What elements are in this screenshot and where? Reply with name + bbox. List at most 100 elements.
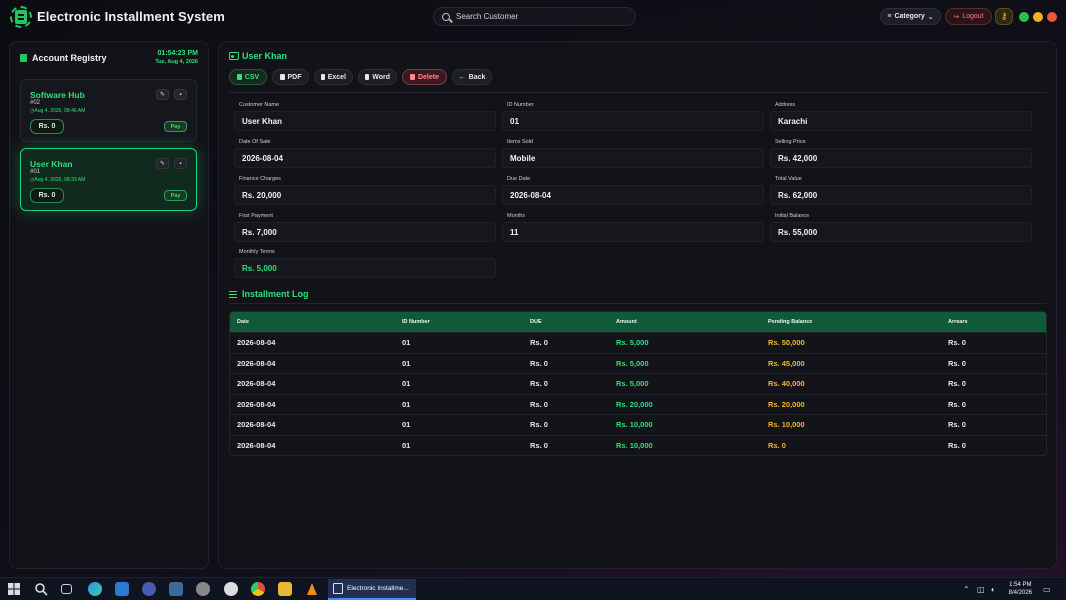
delete-button[interactable]: Delete [402, 69, 447, 85]
task-view-icon[interactable] [61, 584, 72, 594]
customer-detail-panel: User Khan CSV PDF Excel Word Delete ← Bac… [218, 41, 1057, 569]
menu-icon: ≡ [887, 13, 892, 20]
column-header[interactable]: DUE [530, 319, 616, 325]
account-id: #02 [30, 100, 41, 106]
system-clock[interactable]: 1:54 PM 8/4/2026 [1009, 581, 1032, 597]
taskbar-active-app[interactable]: Electronic Installme... [328, 579, 416, 600]
pdf-button[interactable]: PDF [272, 69, 309, 85]
arrow-left-icon: ← [458, 73, 466, 81]
search-icon[interactable] [34, 582, 48, 596]
vlc-icon[interactable] [305, 582, 319, 596]
word-button[interactable]: Word [358, 69, 397, 85]
column-header[interactable]: Date [230, 319, 402, 325]
vscode-icon[interactable] [115, 582, 129, 596]
table-cell: 01 [402, 420, 411, 430]
table-cell: 01 [402, 338, 411, 348]
file-explorer-icon[interactable] [278, 582, 292, 596]
search-input[interactable] [456, 12, 626, 21]
network-icon[interactable]: ◫ [977, 585, 985, 594]
key-button[interactable]: ⚷ [995, 8, 1013, 25]
id-number-field[interactable]: 01 [502, 111, 764, 131]
items-sold-label: Items Sold [507, 139, 533, 145]
table-row[interactable]: 2026-08-04 01 Rs. 0 Rs. 5,000 Rs. 45,000 Rs. … [230, 352, 1046, 373]
divider [229, 92, 1047, 93]
table-cell: 2026-08-04 [237, 420, 276, 430]
app-icon[interactable] [224, 582, 238, 596]
table-cell: Rs. 20,000 [616, 399, 653, 409]
maximize-window-button[interactable] [1019, 12, 1029, 22]
finance-charges-label: Finance Charges [239, 176, 281, 182]
edit-icon[interactable]: ✎ [156, 89, 169, 100]
registry-icon [20, 54, 27, 62]
app-icon[interactable] [196, 582, 210, 596]
table-cell: Rs. 0 [948, 399, 966, 409]
excel-button[interactable]: Excel [314, 69, 353, 85]
account-balance: Rs. 0 [30, 188, 64, 203]
notification-icon[interactable]: ▭ [1043, 585, 1051, 594]
initial-balance-label: Initial Balance [775, 213, 810, 219]
table-cell: 01 [402, 399, 411, 409]
account-timestamp: ◷Aug 4, 2026, 08:46 AM [30, 108, 86, 114]
table-row[interactable]: 2026-08-04 01 Rs. 0 Rs. 20,000 Rs. 20,000 Rs.… [230, 393, 1046, 414]
table-header: Date ID Number DUE Amount Pending Balanc… [230, 312, 1046, 332]
initial-balance-field[interactable]: Rs. 55,000 [770, 222, 1032, 242]
app-icon[interactable] [142, 582, 156, 596]
column-header[interactable]: Arrears [948, 319, 1046, 325]
category-button[interactable]: ≡ Category ⌄ [880, 8, 941, 25]
app-title: Electronic Installment System [37, 9, 225, 24]
column-header[interactable]: Pending Balance [768, 319, 948, 325]
category-label: Category [894, 13, 925, 20]
table-cell: Rs. 0 [530, 420, 548, 430]
due-date-field[interactable]: 2026-08-04 [502, 185, 764, 205]
first-payment-field[interactable]: Rs. 7,000 [234, 222, 496, 242]
account-card-selected[interactable]: User Khan #01 ◷Aug 4, 2026, 08:33 AM ✎ ▪… [20, 148, 197, 211]
column-header[interactable]: ID Number [402, 319, 530, 325]
app-logo-icon [10, 6, 32, 28]
back-button[interactable]: ← Back [452, 69, 492, 85]
installment-log-table: Date ID Number DUE Amount Pending Balanc… [229, 311, 1047, 456]
total-value-field[interactable]: Rs. 62,000 [770, 185, 1032, 205]
windows-start-icon[interactable] [8, 582, 22, 596]
volume-icon[interactable]: ◖ [990, 585, 995, 594]
finance-charges-field[interactable]: Rs. 20,000 [234, 185, 496, 205]
chrome-browser-icon[interactable] [251, 582, 265, 596]
pay-button[interactable]: Pay [164, 121, 187, 132]
trash-icon[interactable]: ▪ [174, 158, 187, 169]
pay-button[interactable]: Pay [164, 190, 187, 201]
date-of-sale-field[interactable]: 2026-08-04 [234, 148, 496, 168]
table-cell: Rs. 0 [948, 338, 966, 348]
account-card[interactable]: Software Hub #02 ◷Aug 4, 2026, 08:46 AM … [20, 79, 197, 142]
app-icon[interactable] [169, 582, 183, 596]
app-header: Electronic Installment System ≡ Category… [0, 0, 1066, 34]
selling-price-field[interactable]: Rs. 42,000 [770, 148, 1032, 168]
close-window-button[interactable] [1047, 12, 1057, 22]
edge-browser-icon[interactable] [88, 582, 102, 596]
registry-clock: 01:54:23 PM [157, 50, 198, 57]
minimize-window-button[interactable] [1033, 12, 1043, 22]
table-cell: Rs. 10,000 [616, 420, 653, 430]
search-icon [442, 12, 450, 21]
customer-title-text: User Khan [242, 51, 288, 61]
trash-icon[interactable]: ▪ [174, 89, 187, 100]
search-bar[interactable] [433, 7, 636, 26]
customer-name-field[interactable]: User Khan [234, 111, 496, 131]
edit-icon[interactable]: ✎ [156, 158, 169, 169]
table-row[interactable]: 2026-08-04 01 Rs. 0 Rs. 10,000 Rs. 0 Rs. 0 [230, 434, 1046, 455]
items-sold-field[interactable]: Mobile [502, 148, 764, 168]
column-header[interactable]: Amount [616, 319, 768, 325]
chevron-down-icon: ⌄ [927, 13, 934, 21]
monthly-terms-field[interactable]: Rs. 5,000 [234, 258, 496, 278]
table-row[interactable]: 2026-08-04 01 Rs. 0 Rs. 5,000 Rs. 50,000 Rs. … [230, 332, 1046, 353]
logout-button[interactable]: ↪ Logout [945, 8, 992, 25]
address-field[interactable]: Karachi [770, 111, 1032, 131]
table-row[interactable]: 2026-08-04 01 Rs. 0 Rs. 5,000 Rs. 40,000 Rs. … [230, 373, 1046, 394]
date-of-sale-label: Date Of Sale [239, 139, 271, 145]
address-label: Address [775, 102, 796, 108]
word-icon [365, 74, 370, 80]
table-row[interactable]: 2026-08-04 01 Rs. 0 Rs. 10,000 Rs. 10,000 Rs.… [230, 414, 1046, 435]
months-field[interactable]: 11 [502, 222, 764, 242]
clock-time: 1:54 PM [1009, 582, 1032, 588]
csv-button[interactable]: CSV [229, 69, 267, 85]
chevron-up-icon[interactable]: ⌃ [963, 585, 970, 594]
trash-icon [409, 74, 415, 80]
